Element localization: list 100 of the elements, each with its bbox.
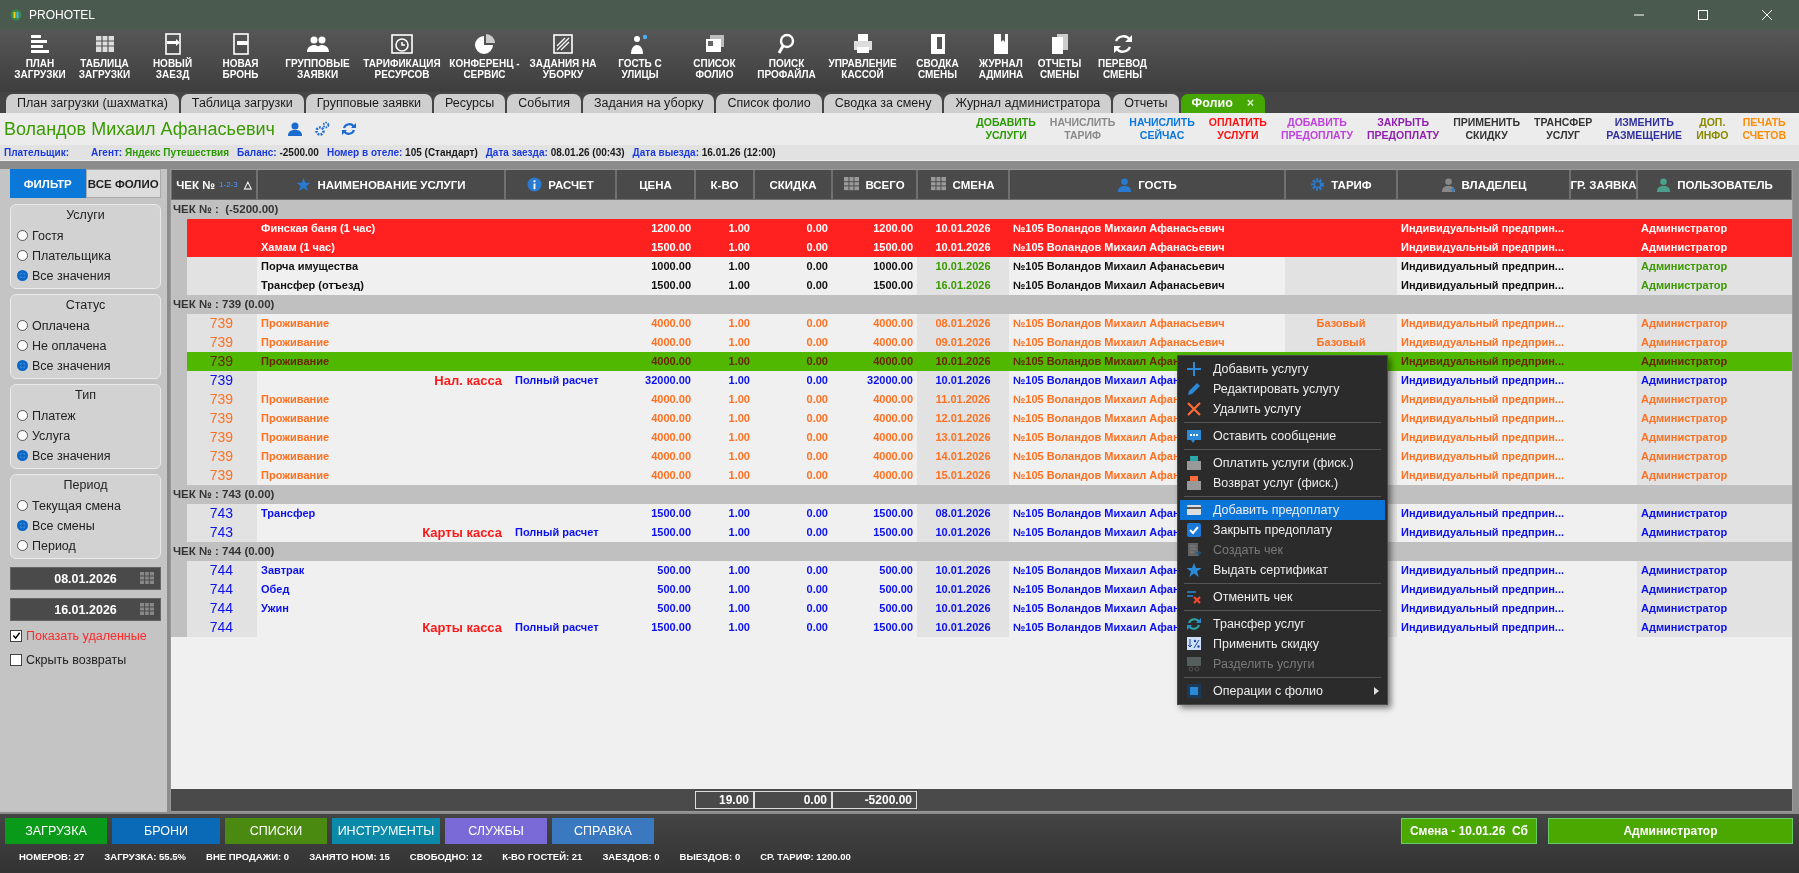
table-cell: 13.01.2026 — [917, 428, 1009, 447]
radio-option[interactable]: Услуга — [17, 427, 154, 444]
action-button[interactable]: ПРИМЕНИТЬ СКИДКУ — [1446, 116, 1528, 142]
nav-button[interactable]: СПРАВКА — [552, 818, 654, 844]
filter-tab[interactable]: ВСЕ ФОЛИО — [85, 169, 161, 198]
table-cell: Администратор — [1637, 390, 1792, 409]
maximize-icon[interactable] — [1698, 10, 1708, 20]
radio-button[interactable] — [17, 270, 28, 281]
action-button[interactable]: ИЗМЕНИТЬ РАЗМЕЩЕНИЕ — [1599, 116, 1690, 142]
filter-tab[interactable]: ФИЛЬТР — [10, 169, 86, 198]
tab[interactable]: Журнал администратора — [944, 94, 1112, 113]
tab[interactable]: Ресурсы — [434, 94, 506, 113]
status-item: НОМЕРОВ: 27 — [19, 850, 85, 864]
toolbar-button[interactable]: СПИСОК ФОЛИО — [679, 32, 750, 80]
action-button[interactable]: ТРАНСФЕР УСЛУГ — [1527, 116, 1600, 142]
tab[interactable]: Таблица загрузки — [180, 94, 304, 113]
toolbar-button[interactable]: КОНФЕРЕНЦ - СЕРВИС — [444, 32, 525, 80]
tab[interactable]: Список фолио — [716, 94, 822, 113]
radio-option[interactable]: Оплачена — [17, 317, 154, 334]
radio-option[interactable]: Период — [17, 537, 154, 554]
tab[interactable]: План загрузки (шахматка) — [6, 94, 179, 113]
table-cell: Администратор — [1637, 447, 1792, 466]
radio-button[interactable] — [17, 340, 28, 351]
toolbar-button[interactable]: ГРУППОВЫЕ ЗАЯВКИ — [275, 32, 360, 80]
status-item: ВЫЕЗДОВ: 0 — [679, 850, 741, 864]
nav-button[interactable]: БРОНИ — [112, 818, 220, 844]
table-row[interactable]: Порча имущества 1000.00 1.00 0.00 1000.00 10.01.2026 №105 Воландов Михаил Афанасьевич Индивидуальный предприн... Администратор — [171, 257, 1792, 276]
menu-item[interactable]: Применить скидку — [1180, 634, 1385, 654]
action-button[interactable]: ЗАКРЫТЬ ПРЕДОПЛАТУ — [1360, 116, 1447, 142]
radio-button[interactable] — [17, 520, 28, 531]
close-icon[interactable] — [1762, 10, 1772, 20]
checkbox[interactable] — [10, 653, 22, 666]
table-cell: Проживание — [261, 431, 330, 443]
tab[interactable]: События — [507, 94, 581, 113]
toolbar-button[interactable]: СВОДКА СМЕНЫ — [902, 32, 973, 80]
menu-item[interactable]: Закрыть предоплату — [1180, 520, 1385, 540]
tab[interactable]: Групповые заявки — [305, 94, 432, 113]
radio-option[interactable]: Плательщика — [17, 247, 154, 264]
action-button[interactable]: НАЧИСЛИТЬ СЕЙЧАС — [1122, 116, 1202, 142]
toolbar-button[interactable]: ЖУРНАЛ АДМИНА — [973, 32, 1029, 80]
toolbar-button[interactable]: ТАРИФИКАЦИЯ РЕСУРСОВ — [360, 32, 444, 80]
info-label: Агент: — [91, 147, 123, 158]
action-button[interactable]: ДОБАВИТЬ ПРЕДОПЛАТУ — [1273, 116, 1360, 142]
radio-button[interactable] — [17, 250, 28, 261]
tab[interactable]: Задания на уборку — [582, 94, 715, 113]
toolbar-button[interactable]: УПРАВЛЕНИЕ КАССОЙ — [823, 32, 902, 80]
table-row[interactable]: Трансфер (отъезд) 1500.00 1.00 0.00 1500.00 16.01.2026 №105 Воландов Михаил Афанасьевич Индивидуальный предприн... Администратор — [171, 276, 1792, 295]
person-icon[interactable] — [286, 121, 303, 137]
date-field[interactable]: 16.01.2026 — [10, 598, 161, 621]
status-item: ЗАГРУЗКА: 55.5% — [104, 850, 186, 864]
table-row[interactable]: Финская баня (1 час) 1200.00 1.00 0.00 1200.00 10.01.2026 №105 Воландов Михаил Афанасьевич Индивидуальный предприн... Администратор — [171, 219, 1792, 238]
radio-option[interactable]: Все смены — [17, 517, 154, 534]
radio-button[interactable] — [17, 230, 28, 241]
radio-option[interactable]: Все значения — [17, 447, 154, 464]
radio-button[interactable] — [17, 500, 28, 511]
nav-button[interactable]: СЛУЖБЫ — [445, 818, 547, 844]
radio-button[interactable] — [17, 430, 28, 441]
table-cell: 32000.00 — [645, 374, 691, 386]
menu-item[interactable]: Операции с фолио — [1180, 681, 1385, 701]
toolbar-button[interactable]: ГОСТЬ С УЛИЦЫ — [601, 32, 679, 80]
nav-button[interactable]: ЗАГРУЗКА — [5, 818, 107, 844]
toolbar-button[interactable]: НОВАЯ БРОНЬ — [206, 32, 275, 80]
radio-option[interactable]: Гостя — [17, 227, 154, 244]
checkbox[interactable] — [10, 629, 22, 642]
radio-option[interactable]: Все значения — [17, 267, 154, 284]
table-cell: 4000.00 — [873, 393, 913, 405]
toolbar-button[interactable]: ПЕРЕВОД СМЕНЫ — [1090, 32, 1155, 80]
radio-button[interactable] — [17, 450, 28, 461]
toolbar-button[interactable]: ОТЧЕТЫ СМЕНЫ — [1029, 32, 1090, 80]
toolbar-button[interactable]: ПОИСК ПРОФАЙЛА — [750, 32, 823, 80]
table-row[interactable]: Хамам (1 час) 1500.00 1.00 0.00 1500.00 10.01.2026 №105 Воландов Михаил Афанасьевич Индивидуальный предприн... Администратор — [171, 238, 1792, 257]
radio-option[interactable]: Не оплачена — [17, 337, 154, 354]
group-title: Период — [62, 478, 109, 492]
radio-option[interactable]: Платеж — [17, 407, 154, 424]
toolbar-button[interactable]: НОВЫЙ ЗАЕЗД — [139, 32, 206, 80]
toolbar-button[interactable]: ЗАДАНИЯ НА УБОРКУ — [525, 32, 601, 80]
nav-button[interactable]: ИНСТРУМЕНТЫ — [332, 818, 440, 844]
radio-option[interactable]: Текущая смена — [17, 497, 154, 514]
table-cell: 10.01.2026 — [917, 371, 1009, 390]
radio-button[interactable] — [17, 410, 28, 421]
menu-item[interactable]: Добавить предоплату — [1180, 500, 1385, 520]
toolbar-button[interactable]: ПЛАН ЗАГРУЗКИ — [10, 32, 70, 80]
gears-icon[interactable] — [313, 121, 330, 137]
radio-button[interactable] — [17, 360, 28, 371]
radio-button[interactable] — [17, 540, 28, 551]
table-cell: 1.00 — [728, 602, 750, 614]
radio-button[interactable] — [17, 320, 28, 331]
checkbox-option[interactable]: Скрыть возвраты — [10, 650, 161, 669]
table-cell: 1.00 — [728, 583, 750, 595]
tab[interactable]: Сводка за смену — [823, 94, 943, 113]
table-cell: 500.00 — [657, 602, 691, 614]
radio-option[interactable]: Все значения — [17, 357, 154, 374]
refresh-icon[interactable] — [340, 121, 357, 137]
tab[interactable]: Отчеты — [1113, 94, 1179, 113]
menu-item[interactable]: Выдать сертификат — [1180, 560, 1385, 580]
date-field[interactable]: 08.01.2026 — [10, 567, 161, 590]
table-cell: 1500.00 — [651, 507, 691, 519]
nav-button[interactable]: СПИСКИ — [225, 818, 327, 844]
toolbar-button[interactable]: ТАБЛИЦА ЗАГРУЗКИ — [70, 32, 139, 80]
menu-item[interactable]: Оставить сообщение — [1180, 426, 1385, 446]
